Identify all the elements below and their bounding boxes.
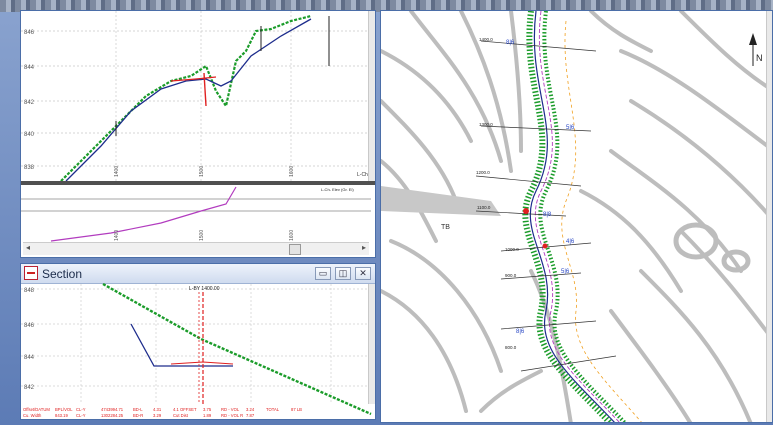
section-red-template [170,361,234,365]
svg-text:Offset/DATUM: Offset/DATUM [23,407,50,412]
legend-text: L-Ch- Elev (Gr. El) [321,187,354,192]
scroll-left-arrow-icon[interactable]: ◂ [26,243,30,252]
magenta-curve [50,186,237,242]
section-elev-846: 846 [24,323,35,329]
profile-view-window[interactable]: 846 844 842 840 838 1400 1500 1600 L-Ch … [20,10,376,258]
contour-lines [381,11,772,422]
svg-text:5|6: 5|6 [566,125,575,131]
plan-vertical-scrollbar[interactable] [766,11,772,422]
svg-text:3.24: 3.24 [246,407,255,412]
section-window[interactable]: Section ▭ ◫ ✕ 848 846 844 842 L-BY 1400.… [20,263,376,420]
svg-text:843.19: 843.19 [55,413,68,418]
section-plot[interactable]: 848 846 844 842 L-BY 1400.00 Offset/DATU… [21,264,376,420]
section-elev-842: 842 [24,385,35,391]
lower-tick-1600: 1600 [289,230,295,241]
section-footer: Offset/DATUM BPL/VOL CL-Y 4743994.71 BD-… [23,407,302,418]
svg-text:Cut Dist: Cut Dist [173,413,189,418]
elev-tick-844: 844 [24,65,35,71]
plan-station-1200: 1200.0 [476,170,490,175]
chainage-tick-1400: 1400 [114,166,120,177]
section-design-line [130,323,233,367]
lower-tick-1400: 1400 [114,230,120,241]
svg-text:Cu. Width: Cu. Width [23,413,42,418]
lower-tick-1500: 1500 [199,230,205,241]
plan-map[interactable]: 8|6 5|6 8|8 4|6 5|6 8|6 1400.0 1300.0 12… [381,11,773,423]
plan-station-1100: 1100.0 [477,205,491,210]
design-profile-line [65,18,312,182]
profile-horizontal-scrollbar[interactable]: ◂ ▸ [23,242,369,255]
svg-text:BPL/VOL: BPL/VOL [55,407,73,412]
chainage-tick-1600: 1600 [289,166,295,177]
contour-knoll [673,222,719,260]
svg-text:BD-R: BD-R [133,413,143,418]
svg-text:1302284.25: 1302284.25 [101,413,124,418]
plan-station-800: 800.0 [505,345,517,350]
svg-text:8|8: 8|8 [543,212,552,218]
svg-text:1.89: 1.89 [203,413,212,418]
section-elev-844: 844 [24,355,35,361]
section-vertical-scrollbar[interactable] [368,284,375,404]
section-elev-848: 848 [24,288,35,294]
scroll-right-arrow-icon[interactable]: ▸ [362,243,366,252]
svg-text:CL-Y: CL-Y [76,413,86,418]
plan-station-1300: 1300.0 [479,122,493,127]
profile-vertical-scrollbar[interactable] [368,11,375,181]
elev-tick-838: 838 [24,165,35,171]
svg-text:4|6: 4|6 [566,239,575,245]
plan-station-1400: 1400.0 [479,37,493,42]
cross-section-lines [475,40,617,372]
plan-station-900: 900.0 [505,273,517,278]
elev-tick-842: 842 [24,100,35,106]
profile-plot[interactable]: 846 844 842 840 838 1400 1500 1600 L-Ch … [21,11,376,258]
chainage-tick-1500: 1500 [199,166,205,177]
svg-text:87 LB: 87 LB [291,407,302,412]
north-arrow-icon: N [749,33,763,66]
svg-text:7.87: 7.87 [246,413,255,418]
svg-text:3.29: 3.29 [153,413,162,418]
north-label: N [756,53,763,63]
svg-text:RD - VOL: RD - VOL [221,407,240,412]
red-station-marker-2[interactable] [542,243,548,249]
svg-text:4743994.71: 4743994.71 [101,407,124,412]
band-separator [21,181,375,185]
plan-station-1000: 1000.0 [505,247,519,252]
elev-tick-840: 840 [24,132,35,138]
plan-view-window[interactable]: 8|6 5|6 8|8 4|6 5|6 8|6 1400.0 1300.0 12… [380,10,773,423]
svg-text:4.1 OFFSET: 4.1 OFFSET [173,407,197,412]
red-station-marker[interactable] [523,208,529,214]
elev-tick-846: 846 [24,30,35,36]
axis-tag: L-Ch [357,172,368,178]
scroll-thumb[interactable] [289,244,301,255]
svg-text:4.31: 4.31 [153,407,162,412]
svg-text:BD-L: BD-L [133,407,143,412]
svg-text:3.75: 3.75 [203,407,212,412]
svg-text:8|6: 8|6 [516,329,525,335]
svg-text:CL-Y: CL-Y [76,407,86,412]
svg-text:TOTAL: TOTAL [266,407,280,412]
svg-text:8|6: 8|6 [506,40,515,46]
section-chainage-label: L-BY 1400.00 [189,286,220,292]
plan-label-tb: TB [441,224,450,231]
svg-text:RD - VOL R: RD - VOL R [221,413,243,418]
svg-text:5|6: 5|6 [561,269,570,275]
